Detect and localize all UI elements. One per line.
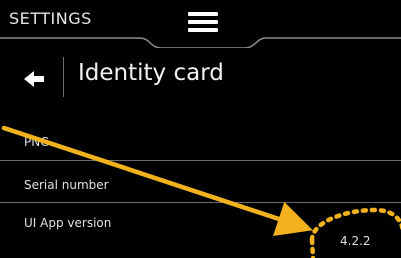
back-button[interactable] bbox=[20, 64, 60, 94]
serial-number-label: Serial number bbox=[24, 178, 109, 192]
header-title: SETTINGS bbox=[9, 9, 92, 28]
title-divider bbox=[63, 57, 64, 97]
ui-app-version-label: UI App version bbox=[24, 216, 112, 230]
ui-app-version-value: 4.2.2 bbox=[340, 234, 371, 248]
top-bar: SETTINGS bbox=[0, 0, 401, 48]
row-divider bbox=[0, 202, 401, 203]
list-item-pnc[interactable] bbox=[0, 128, 401, 158]
settings-screen: SETTINGS Identity card PNC Serial number… bbox=[0, 0, 401, 258]
arrow-left-icon bbox=[24, 71, 44, 87]
page-title: Identity card bbox=[78, 60, 224, 86]
pnc-label: PNC bbox=[24, 135, 49, 149]
hamburger-icon[interactable] bbox=[186, 7, 222, 37]
row-divider bbox=[0, 160, 401, 161]
